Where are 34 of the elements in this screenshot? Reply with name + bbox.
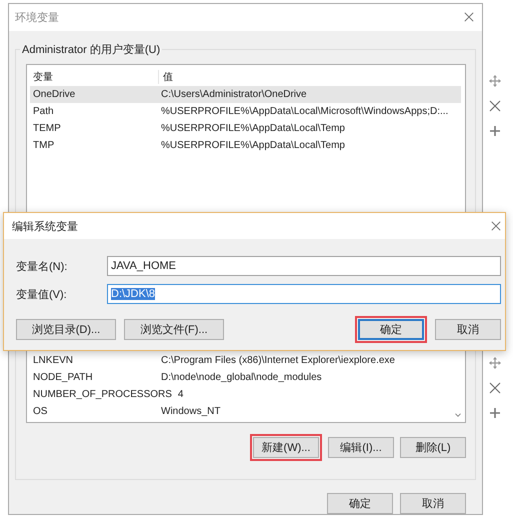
- column-header[interactable]: 值: [158, 70, 461, 84]
- field-label: 变量值(V):: [16, 288, 68, 302]
- move-icon[interactable]: [489, 75, 501, 87]
- close-icon[interactable]: [491, 221, 501, 231]
- move-icon[interactable]: [489, 357, 501, 369]
- input-field[interactable]: JAVA_HOME: [107, 256, 501, 276]
- dialog-title: 编辑系统变量: [12, 220, 78, 234]
- button[interactable]: 确定: [327, 493, 393, 514]
- close-icon[interactable]: [489, 382, 501, 394]
- list-row[interactable]: NUMBER_OF_PROCESSORS 4: [30, 386, 451, 403]
- list-row[interactable]: OneDrive C:\Users\Administrator\OneDrive: [30, 86, 461, 103]
- button[interactable]: 编辑(I)...: [328, 436, 394, 458]
- group-label: Administrator 的用户变量(U): [20, 42, 162, 57]
- button[interactable]: 浏览目录(D)...: [16, 319, 116, 340]
- button[interactable]: 确定: [358, 319, 424, 340]
- button[interactable]: 删除(L): [400, 436, 466, 458]
- list-row[interactable]: TEMP %USERPROFILE%\AppData\Local\Temp: [30, 120, 461, 137]
- input-field[interactable]: D:\JDK\8: [107, 284, 501, 304]
- button[interactable]: 取消: [400, 493, 466, 514]
- close-icon[interactable]: [489, 100, 501, 112]
- plus-icon[interactable]: [489, 125, 501, 137]
- button[interactable]: 取消: [435, 319, 501, 340]
- window-title: 环境变量: [15, 10, 59, 25]
- list-row[interactable]: TMP %USERPROFILE%\AppData\Local\Temp: [30, 136, 461, 154]
- button[interactable]: 浏览文件(F)...: [124, 319, 224, 340]
- field-label: 变量名(N):: [16, 260, 68, 274]
- column-header[interactable]: 变量: [30, 70, 158, 84]
- list-row[interactable]: Path %USERPROFILE%\AppData\Local\Microsoft\WindowsApps;D:...: [30, 102, 461, 120]
- list-row[interactable]: NODE_PATH D:\node\node_global\node_modules: [30, 368, 451, 386]
- list-row[interactable]: LNKEVN C:\Program Files (x86)\Internet Explorer\iexplore.exe: [30, 352, 451, 369]
- plus-icon[interactable]: [489, 407, 501, 419]
- list-row[interactable]: OS Windows_NT: [30, 402, 451, 420]
- close-icon[interactable]: [464, 12, 474, 22]
- button[interactable]: 新建(W)...: [253, 436, 319, 458]
